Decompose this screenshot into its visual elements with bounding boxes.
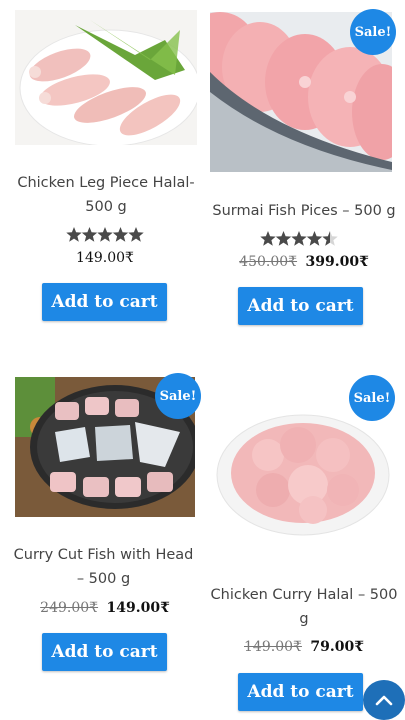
current-price: 149.00₹: [76, 250, 134, 266]
sale-badge: Sale!: [350, 9, 396, 55]
product-card-chicken-leg: Chicken Leg Piece Halal- 500 g 149.00₹ A…: [0, 0, 202, 340]
sale-badge: Sale!: [155, 373, 201, 419]
product-card-curry-cut-fish: Sale! Curry Cut Fish with Head – 500 g 2…: [0, 360, 202, 700]
add-to-cart-button[interactable]: Add to cart: [238, 287, 363, 325]
product-price: 149.00₹: [5, 250, 205, 266]
chicken-leg-photo: [15, 10, 197, 145]
star-rating-icon: [260, 231, 338, 246]
product-price: 450.00₹ 399.00₹: [203, 254, 405, 270]
sale-price: 399.00₹: [305, 254, 369, 270]
product-title-line: Chicken Leg Piece Halal-: [17, 175, 195, 191]
original-price: 149.00₹: [244, 639, 302, 655]
star-rating-icon: [66, 227, 144, 242]
product-title-line: 500 g: [85, 199, 127, 215]
scroll-to-top-button[interactable]: [363, 680, 405, 720]
product-price: 249.00₹ 149.00₹: [5, 600, 205, 616]
chicken-curry-photo: [213, 405, 393, 540]
sale-price: 149.00₹: [106, 600, 170, 616]
product-image-chicken-curry[interactable]: [213, 405, 393, 540]
product-title-line: Chicken Curry Halal – 500: [210, 587, 398, 603]
product-card-chicken-curry: Sale! Chicken Curry Halal – 500 g 149.00…: [203, 360, 405, 720]
chevron-up-icon: [375, 695, 393, 706]
product-title-line: g: [299, 611, 309, 627]
product-title[interactable]: Surmai Fish Pices – 500 g: [203, 199, 405, 223]
add-to-cart-button[interactable]: Add to cart: [42, 633, 167, 671]
rating-stars: [66, 226, 144, 244]
sale-badge: Sale!: [349, 375, 395, 421]
rating-stars: [260, 230, 338, 248]
product-title-line: Curry Cut Fish with Head: [13, 547, 194, 563]
product-price: 149.00₹ 79.00₹: [203, 639, 405, 655]
original-price: 249.00₹: [40, 600, 99, 616]
original-price: 450.00₹: [239, 254, 298, 270]
sale-price: 79.00₹: [310, 639, 364, 655]
product-title[interactable]: Chicken Leg Piece Halal- 500 g: [10, 171, 202, 219]
product-card-surmai-fish: Sale! Surmai Fish Pices – 500 g 450.00₹ …: [203, 0, 405, 340]
product-image-chicken-leg[interactable]: [15, 10, 197, 145]
product-title-line: Surmai Fish Pices – 500 g: [212, 203, 396, 219]
product-title[interactable]: Curry Cut Fish with Head – 500 g: [5, 543, 202, 591]
add-to-cart-button[interactable]: Add to cart: [238, 673, 363, 711]
product-title-line: – 500 g: [76, 571, 131, 587]
product-title[interactable]: Chicken Curry Halal – 500 g: [203, 583, 405, 631]
add-to-cart-button[interactable]: Add to cart: [42, 283, 167, 321]
